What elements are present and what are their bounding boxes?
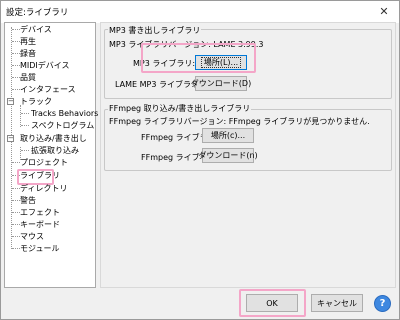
- preferences-dialog: 設定:ライブラリ ✕ デバイス 再生 録音 MIDIデバイス 品質 インタフェー…: [0, 0, 400, 320]
- ffmpeg-group-title: FFmpeg 取り込み/書き出しライブラリ: [108, 103, 252, 114]
- sidebar-item-label: プロジェクト: [20, 158, 68, 167]
- window-title: 設定:ライブラリ: [6, 8, 69, 18]
- sidebar-item-label: 拡張取り込み: [31, 146, 79, 155]
- sidebar-item-label: マウス: [20, 232, 44, 241]
- mp3-download-button[interactable]: ダウンロード(D): [191, 76, 251, 91]
- sidebar-item-label: インタフェース: [20, 85, 76, 94]
- sidebar-item-label: 取り込み/書き出し: [20, 134, 87, 143]
- category-tree: デバイス 再生 録音 MIDIデバイス 品質 インタフェース − トラック Tr: [4, 22, 99, 288]
- cancel-button[interactable]: キャンセル: [311, 294, 363, 312]
- locate-highlight: [141, 43, 256, 73]
- collapse-icon[interactable]: −: [7, 98, 14, 105]
- sidebar-item-label: トラック: [20, 97, 52, 106]
- sidebar-item-label: MIDIデバイス: [20, 61, 70, 70]
- tree-guide-line: [20, 105, 21, 127]
- sidebar-item-label: Tracks Behaviors: [31, 109, 99, 118]
- sidebar-item-label: 録音: [20, 49, 36, 58]
- libraries-panel: MP3 書き出しライブラリ MP3 ライブラリバージョン: LAME 3.99.…: [100, 22, 396, 288]
- collapse-icon[interactable]: −: [7, 135, 14, 142]
- ffmpeg-download-button[interactable]: ダウンロード(n): [198, 148, 258, 163]
- sidebar-item-label: スペクトログラム: [31, 121, 95, 130]
- close-icon[interactable]: ✕: [372, 2, 396, 20]
- sidebar-item-label: 品質: [20, 73, 36, 82]
- mp3-group-title: MP3 書き出しライブラリ: [108, 25, 202, 36]
- sidebar-item-label: キーボード: [20, 220, 60, 229]
- sidebar-item-label: 警告: [20, 196, 36, 205]
- ffmpeg-version-text: FFmpeg ライブラリバージョン: FFmpeg ライブラリが見つかりません.: [109, 117, 370, 126]
- help-icon[interactable]: ?: [374, 295, 391, 312]
- lame-library-label: LAME MP3 ライブラリ:: [115, 80, 202, 89]
- ffmpeg-locate-button[interactable]: 場所(c)...: [202, 128, 254, 143]
- ok-highlight: [239, 289, 306, 317]
- title-bar: 設定:ライブラリ ✕: [1, 1, 399, 23]
- sidebar-item-label: エフェクト: [20, 208, 60, 217]
- sidebar-item-label: ディレクトリ: [20, 184, 68, 193]
- sidebar-item-label: デバイス: [20, 25, 52, 34]
- sidebar-item-label: 再生: [20, 37, 36, 46]
- sidebar-item-label: モジュール: [20, 244, 60, 253]
